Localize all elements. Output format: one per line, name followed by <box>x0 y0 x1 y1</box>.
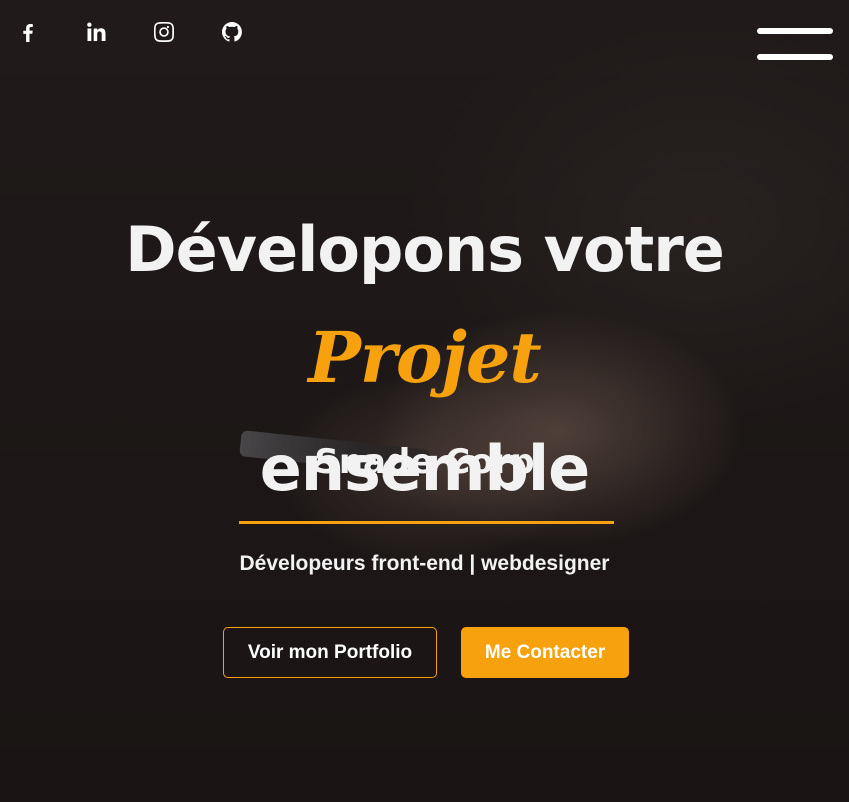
portfolio-button[interactable]: Voir mon Portfolio <box>223 627 437 678</box>
hero-subtitle: Dévelopeurs front-end | webdesigner <box>239 552 610 575</box>
github-link[interactable] <box>220 20 248 48</box>
brand-name: Snade Corp <box>314 442 535 482</box>
menu-bar-top <box>757 28 833 34</box>
menu-bar-bottom <box>757 54 833 60</box>
facebook-icon <box>23 24 33 42</box>
instagram-icon <box>154 22 174 42</box>
accent-divider <box>239 521 614 524</box>
social-links <box>16 20 288 48</box>
headline-accent: Projet <box>308 316 541 399</box>
linkedin-link[interactable] <box>84 20 112 48</box>
contact-button[interactable]: Me Contacter <box>461 627 629 678</box>
linkedin-icon <box>87 22 106 41</box>
github-icon <box>222 22 242 42</box>
hamburger-menu-icon[interactable] <box>757 28 833 62</box>
instagram-link[interactable] <box>152 20 180 48</box>
headline-text: Dévelopons votre <box>125 213 725 286</box>
facebook-link[interactable] <box>16 20 44 48</box>
